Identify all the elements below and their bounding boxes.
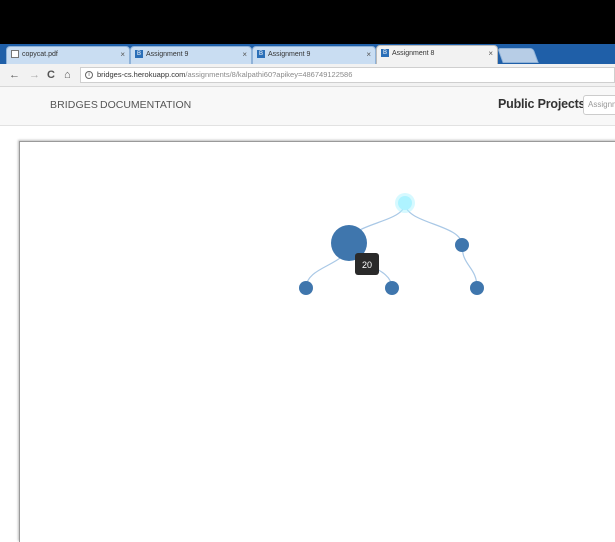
back-arrow-icon[interactable]: ← (9, 67, 20, 83)
top-black-bar (0, 0, 615, 44)
forward-arrow-icon[interactable]: → (29, 67, 40, 83)
bridges-b-icon: B (135, 50, 143, 59)
brand-link[interactable]: BRIDGES (50, 99, 98, 111)
tree-node-right[interactable] (455, 238, 469, 252)
tab-assignment-8[interactable]: B Assignment 8 × (376, 45, 498, 64)
tree-node-right-child[interactable] (470, 281, 484, 295)
assignment-search-input[interactable]: Assignment (583, 95, 615, 115)
url-host: bridges-cs.herokuapp.com (97, 70, 186, 79)
url-path: /assignments/8/kalpathi60?apikey=4867491… (185, 70, 353, 79)
tab-copycat-pdf[interactable]: copycat.pdf × (6, 46, 130, 64)
tab-assignment-9-second[interactable]: B Assignment 9 × (252, 46, 376, 64)
tree-node-left-right[interactable] (385, 281, 399, 295)
tab-title: Assignment 9 (268, 51, 311, 58)
tab-title: copycat.pdf (22, 51, 58, 58)
url-bar[interactable]: i bridges-cs.herokuapp.com/assignments/8… (80, 67, 615, 83)
new-tab-button[interactable] (497, 48, 539, 63)
tab-close-icon[interactable]: × (488, 46, 493, 62)
tab-close-icon[interactable]: × (366, 47, 371, 63)
public-projects-link[interactable]: Public Projects (498, 97, 586, 111)
bridges-b-icon: B (257, 50, 265, 59)
tree-node-root[interactable] (398, 196, 412, 210)
app-navbar: BRIDGES DOCUMENTATION Public Projects As… (0, 87, 615, 126)
tab-assignment-9-first[interactable]: B Assignment 9 × (130, 46, 252, 64)
tab-close-icon[interactable]: × (120, 47, 125, 63)
bridges-b-icon: B (381, 49, 389, 58)
tree-visualization: 20 (299, 193, 484, 295)
tab-title: Assignment 9 (146, 51, 189, 58)
tab-close-icon[interactable]: × (242, 47, 247, 63)
browser-tab-strip: copycat.pdf × B Assignment 9 × B Assignmen… (0, 44, 615, 64)
tooltip-value: 20 (362, 260, 372, 270)
pdf-document-icon (11, 50, 19, 59)
reload-icon[interactable]: C (47, 67, 55, 83)
node-value-tooltip: 20 (355, 253, 379, 275)
page-info-icon[interactable]: i (85, 71, 93, 79)
address-toolbar: ← → C ⌂ i bridges-cs.herokuapp.com/assig… (0, 64, 615, 87)
tab-title: Assignment 8 (392, 50, 435, 57)
edge-root-right (404, 202, 463, 246)
documentation-link[interactable]: DOCUMENTATION (100, 99, 191, 111)
tree-node-left-left[interactable] (299, 281, 313, 295)
home-icon[interactable]: ⌂ (64, 67, 71, 83)
visualization-panel: 20 (19, 141, 615, 542)
